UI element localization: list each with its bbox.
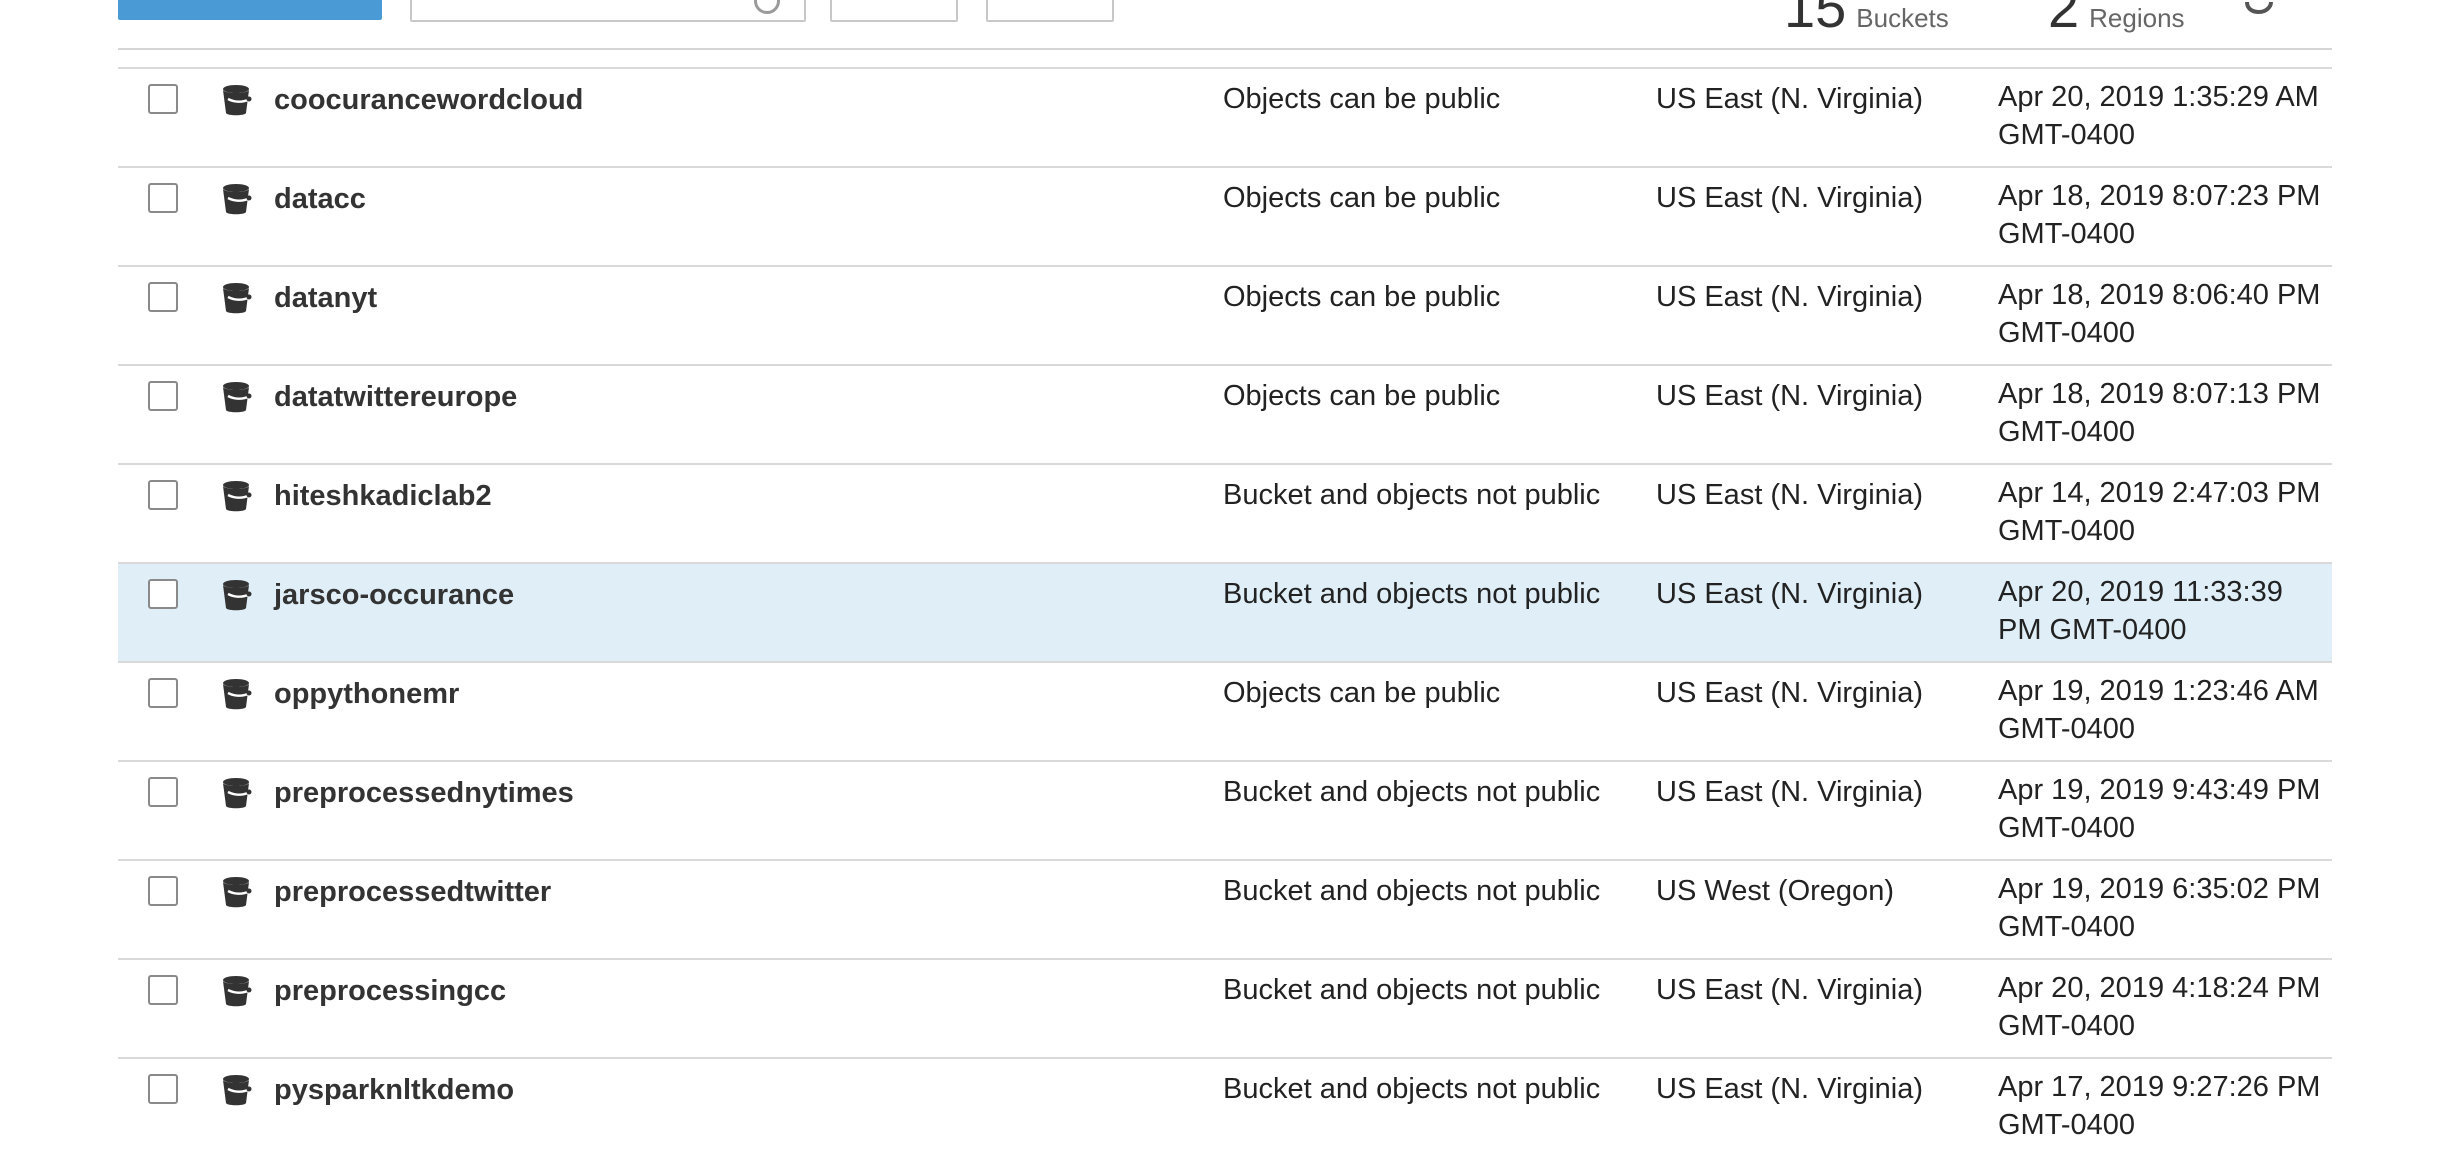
bucket-name[interactable]: oppythonemr bbox=[274, 678, 459, 711]
table-row[interactable]: coocurancewordcloud Objects can be publi… bbox=[118, 67, 2332, 166]
bucket-name[interactable]: datanyt bbox=[274, 282, 377, 315]
bucket-date-created: Apr 20, 2019 11:33:39 PM GMT-0400 bbox=[1998, 576, 2283, 646]
table-row[interactable]: datanyt Objects can be public US East (N… bbox=[118, 265, 2332, 364]
table-row[interactable]: hiteshkadiclab2 Bucket and objects not p… bbox=[118, 463, 2332, 562]
bucket-name[interactable]: coocurancewordcloud bbox=[274, 84, 583, 117]
bucket-icon bbox=[223, 85, 252, 116]
search-input[interactable] bbox=[410, 0, 806, 22]
row-checkbox[interactable] bbox=[148, 579, 178, 609]
bucket-name[interactable]: preprocessednytimes bbox=[274, 777, 574, 810]
bucket-icon bbox=[223, 481, 252, 512]
row-checkbox[interactable] bbox=[148, 381, 178, 411]
bucket-date-created: Apr 18, 2019 8:06:40 PM GMT-0400 bbox=[1998, 279, 2321, 349]
bucket-region: US East (N. Virginia) bbox=[1656, 479, 1923, 511]
bucket-region: US East (N. Virginia) bbox=[1656, 281, 1923, 313]
row-checkbox[interactable] bbox=[148, 183, 178, 213]
row-checkbox[interactable] bbox=[148, 975, 178, 1005]
bucket-icon bbox=[223, 679, 252, 710]
bucket-name[interactable]: preprocessedtwitter bbox=[274, 876, 551, 909]
table-header-divider bbox=[118, 48, 2332, 50]
create-bucket-button[interactable] bbox=[118, 0, 382, 20]
bucket-date-created: Apr 18, 2019 8:07:23 PM GMT-0400 bbox=[1998, 180, 2321, 250]
bucket-region: US East (N. Virginia) bbox=[1656, 677, 1923, 709]
bucket-access: Objects can be public bbox=[1223, 83, 1501, 115]
bucket-region: US East (N. Virginia) bbox=[1656, 1073, 1923, 1105]
table-row[interactable]: oppythonemr Objects can be public US Eas… bbox=[118, 661, 2332, 760]
toolbar: 15 Buckets 2 Regions bbox=[0, 0, 2452, 48]
bucket-icon bbox=[223, 877, 252, 908]
toolbar-button-1[interactable] bbox=[830, 0, 958, 22]
row-checkbox[interactable] bbox=[148, 678, 178, 708]
bucket-name[interactable]: jarsco-occurance bbox=[274, 579, 514, 612]
bucket-date-created: Apr 20, 2019 1:35:29 AM GMT-0400 bbox=[1998, 81, 2319, 151]
bucket-icon bbox=[223, 1075, 252, 1106]
bucket-date-created: Apr 18, 2019 8:07:13 PM GMT-0400 bbox=[1998, 378, 2321, 448]
bucket-access: Bucket and objects not public bbox=[1223, 974, 1601, 1006]
bucket-date-created: Apr 19, 2019 1:23:46 AM GMT-0400 bbox=[1998, 675, 2319, 745]
bucket-access: Objects can be public bbox=[1223, 182, 1501, 214]
bucket-region: US East (N. Virginia) bbox=[1656, 380, 1923, 412]
row-checkbox[interactable] bbox=[148, 1074, 178, 1104]
bucket-name[interactable]: hiteshkadiclab2 bbox=[274, 480, 492, 513]
region-count: 2 bbox=[2048, 0, 2080, 39]
row-checkbox[interactable] bbox=[148, 777, 178, 807]
bucket-region: US East (N. Virginia) bbox=[1656, 776, 1923, 808]
row-checkbox[interactable] bbox=[148, 876, 178, 906]
bucket-access: Bucket and objects not public bbox=[1223, 479, 1601, 511]
bucket-access: Objects can be public bbox=[1223, 677, 1501, 709]
table-row[interactable]: preprocessedtwitter Bucket and objects n… bbox=[118, 859, 2332, 958]
bucket-access: Bucket and objects not public bbox=[1223, 875, 1601, 907]
bucket-icon bbox=[223, 283, 252, 314]
bucket-icon bbox=[223, 778, 252, 809]
bucket-icon bbox=[223, 580, 252, 611]
toolbar-button-2[interactable] bbox=[986, 0, 1114, 22]
row-checkbox[interactable] bbox=[148, 84, 178, 114]
bucket-icon bbox=[223, 382, 252, 413]
search-icon bbox=[754, 0, 780, 14]
bucket-name[interactable]: pysparknltkdemo bbox=[274, 1074, 514, 1107]
bucket-count-stat: 15 Buckets bbox=[1784, 0, 1949, 36]
bucket-count-label: Buckets bbox=[1856, 3, 1949, 33]
bucket-table: coocurancewordcloud Objects can be publi… bbox=[118, 67, 2332, 1156]
table-row[interactable]: preprocessingcc Bucket and objects not p… bbox=[118, 958, 2332, 1057]
bucket-access: Bucket and objects not public bbox=[1223, 1073, 1601, 1105]
bucket-date-created: Apr 19, 2019 9:43:49 PM GMT-0400 bbox=[1998, 774, 2321, 844]
row-checkbox[interactable] bbox=[148, 480, 178, 510]
bucket-region: US East (N. Virginia) bbox=[1656, 182, 1923, 214]
bucket-name[interactable]: datatwittereurope bbox=[274, 381, 517, 414]
refresh-icon[interactable] bbox=[2244, 0, 2274, 14]
bucket-count: 15 bbox=[1784, 0, 1847, 39]
bucket-date-created: Apr 19, 2019 6:35:02 PM GMT-0400 bbox=[1998, 873, 2321, 943]
row-checkbox[interactable] bbox=[148, 282, 178, 312]
bucket-region: US East (N. Virginia) bbox=[1656, 83, 1923, 115]
bucket-date-created: Apr 17, 2019 9:27:26 PM GMT-0400 bbox=[1998, 1071, 2321, 1141]
bucket-date-created: Apr 20, 2019 4:18:24 PM GMT-0400 bbox=[1998, 972, 2321, 1042]
region-count-label: Regions bbox=[2089, 3, 2185, 33]
region-count-stat: 2 Regions bbox=[2048, 0, 2185, 36]
bucket-icon bbox=[223, 976, 252, 1007]
bucket-access: Bucket and objects not public bbox=[1223, 776, 1601, 808]
bucket-region: US East (N. Virginia) bbox=[1656, 974, 1923, 1006]
bucket-access: Objects can be public bbox=[1223, 281, 1501, 313]
bucket-region: US East (N. Virginia) bbox=[1656, 578, 1923, 610]
bucket-name[interactable]: datacc bbox=[274, 183, 366, 216]
bucket-date-created: Apr 14, 2019 2:47:03 PM GMT-0400 bbox=[1998, 477, 2321, 547]
table-row[interactable]: preprocessednytimes Bucket and objects n… bbox=[118, 760, 2332, 859]
bucket-access: Bucket and objects not public bbox=[1223, 578, 1601, 610]
table-row[interactable]: jarsco-occurance Bucket and objects not … bbox=[118, 562, 2332, 661]
table-row[interactable]: pysparknltkdemo Bucket and objects not p… bbox=[118, 1057, 2332, 1156]
bucket-region: US West (Oregon) bbox=[1656, 875, 1894, 907]
table-row[interactable]: datacc Objects can be public US East (N.… bbox=[118, 166, 2332, 265]
table-row[interactable]: datatwittereurope Objects can be public … bbox=[118, 364, 2332, 463]
bucket-icon bbox=[223, 184, 252, 215]
bucket-access: Objects can be public bbox=[1223, 380, 1501, 412]
bucket-name[interactable]: preprocessingcc bbox=[274, 975, 506, 1008]
